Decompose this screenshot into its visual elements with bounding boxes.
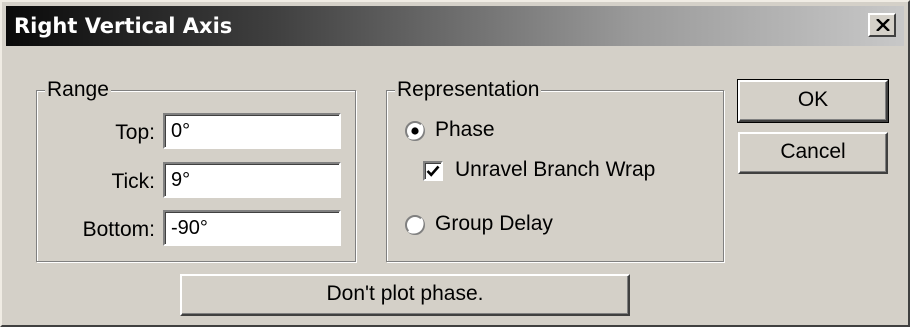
ok-button[interactable]: OK	[737, 79, 889, 123]
range-group: Range Top: 0° Tick: 9° Bottom: -90°	[36, 78, 356, 262]
bottom-label: Bottom:	[82, 218, 155, 241]
unravel-checkbox[interactable]	[423, 161, 443, 181]
top-input[interactable]: 0°	[163, 113, 341, 149]
tick-input[interactable]: 9°	[163, 162, 341, 198]
unravel-label: Unravel Branch Wrap	[455, 158, 656, 181]
group-delay-radio[interactable]	[405, 215, 425, 235]
representation-legend: Representation	[395, 78, 542, 102]
representation-group: Representation Phase Unravel Branch Wrap…	[386, 78, 724, 262]
title-bar: Right Vertical Axis	[6, 6, 904, 46]
close-button[interactable]	[868, 13, 896, 37]
phase-radio[interactable]	[405, 121, 425, 141]
top-label: Top:	[115, 121, 155, 144]
dont-plot-phase-button[interactable]: Don't plot phase.	[180, 274, 630, 316]
right-vertical-axis-dialog: Right Vertical Axis Range Top: 0° Tick: …	[0, 0, 910, 327]
tick-label: Tick:	[111, 170, 155, 193]
close-icon	[876, 19, 890, 31]
range-legend: Range	[45, 78, 111, 102]
bottom-input[interactable]: -90°	[163, 210, 341, 246]
group-delay-label: Group Delay	[435, 212, 553, 235]
window-title: Right Vertical Axis	[14, 14, 233, 38]
check-icon	[426, 165, 440, 177]
cancel-button[interactable]: Cancel	[738, 132, 888, 174]
phase-label: Phase	[435, 118, 495, 141]
